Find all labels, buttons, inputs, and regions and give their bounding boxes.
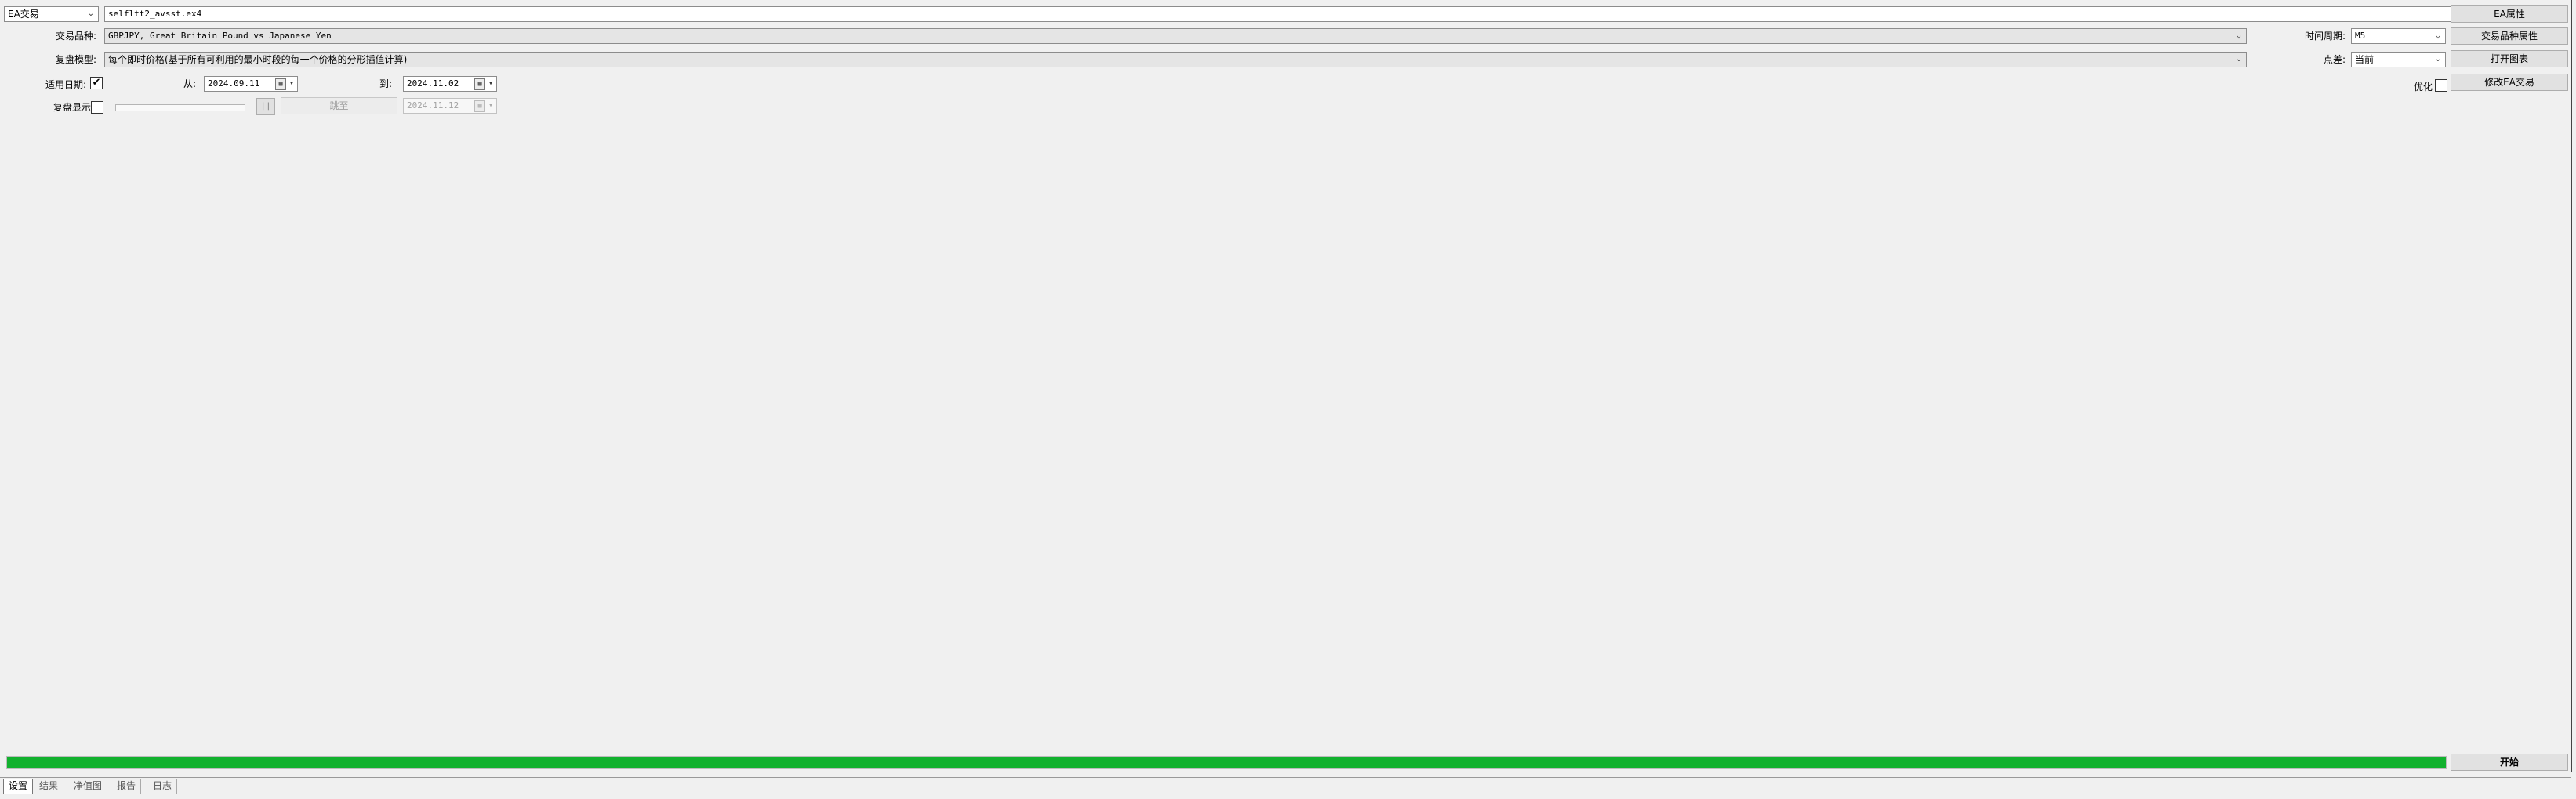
model-select[interactable]: 每个即时价格(基于所有可利用的最小时段的每一个价格的分形插值计算) ⌄ bbox=[104, 52, 2247, 67]
mode-select[interactable]: EA交易 ⌄ bbox=[4, 6, 99, 22]
skip-date-picker[interactable]: 2024.11.12 ▦ ▾ bbox=[403, 98, 497, 114]
chevron-down-icon: ⌄ bbox=[2236, 31, 2242, 40]
symbol-label: 交易品种: bbox=[55, 31, 96, 42]
to-date-picker[interactable]: 2024.11.02 ▦ ▾ bbox=[403, 76, 497, 92]
pause-button[interactable]: | | bbox=[256, 98, 275, 115]
chevron-down-icon: ⌄ bbox=[2434, 55, 2442, 64]
optimize-label: 优化 bbox=[2413, 82, 2433, 93]
mode-select-value: EA交易 bbox=[8, 9, 39, 20]
tab-journal[interactable]: 日志 bbox=[148, 779, 178, 794]
expert-select[interactable]: selfltt2_avsst.ex4 ⌄ bbox=[104, 6, 2496, 22]
to-date-value: 2024.11.02 bbox=[407, 78, 459, 89]
use-date-label: 适用日期: bbox=[45, 79, 86, 90]
chevron-down-icon[interactable]: ▾ bbox=[485, 78, 496, 90]
symbol-properties-button[interactable]: 交易品种属性 bbox=[2451, 27, 2568, 45]
tab-settings[interactable]: 设置 bbox=[3, 779, 34, 794]
chevron-down-icon: ⌄ bbox=[87, 9, 95, 18]
to-label: 到: bbox=[379, 78, 392, 89]
chevron-down-icon[interactable]: ▾ bbox=[286, 78, 297, 90]
visual-mode-checkbox[interactable] bbox=[91, 101, 103, 114]
speed-slider[interactable] bbox=[115, 104, 245, 111]
skip-to-button[interactable]: 跳至 bbox=[281, 97, 397, 114]
progress-fill bbox=[7, 757, 2446, 768]
checkmark-icon: ✔ bbox=[92, 77, 101, 89]
period-label: 时间周期: bbox=[2304, 31, 2346, 42]
open-chart-button[interactable]: 打开图表 bbox=[2451, 50, 2568, 67]
from-date-value: 2024.09.11 bbox=[208, 78, 260, 89]
from-date-picker[interactable]: 2024.09.11 ▦ ▾ bbox=[204, 76, 298, 92]
model-label: 复盘模型: bbox=[55, 54, 96, 65]
period-select-value: M5 bbox=[2355, 31, 2366, 41]
from-label: 从: bbox=[183, 78, 196, 89]
start-button[interactable]: 开始 bbox=[2451, 754, 2568, 771]
modify-ea-button[interactable]: 修改EA交易 bbox=[2451, 74, 2568, 91]
chevron-down-icon: ⌄ bbox=[2235, 55, 2243, 64]
ea-properties-button[interactable]: EA属性 bbox=[2451, 5, 2568, 23]
use-date-checkbox[interactable]: ✔ bbox=[90, 77, 103, 89]
spread-select[interactable]: 当前 ⌄ bbox=[2351, 52, 2446, 67]
chevron-down-icon: ⌄ bbox=[2435, 31, 2441, 40]
visual-mode-label: 复盘显示 bbox=[53, 102, 91, 113]
tab-results[interactable]: 结果 bbox=[34, 779, 64, 794]
tab-report[interactable]: 报告 bbox=[112, 779, 142, 794]
progress-bar bbox=[6, 756, 2447, 769]
calendar-icon[interactable]: ▦ bbox=[474, 78, 485, 90]
tab-bar bbox=[0, 777, 2571, 778]
symbol-select[interactable]: GBPJPY, Great Britain Pound vs Japanese … bbox=[104, 28, 2247, 44]
chevron-down-icon[interactable]: ▾ bbox=[485, 100, 496, 112]
calendar-icon[interactable]: ▦ bbox=[275, 78, 286, 90]
spread-label: 点差: bbox=[2323, 54, 2346, 65]
optimize-checkbox[interactable] bbox=[2435, 79, 2447, 92]
period-select[interactable]: M5 ⌄ bbox=[2351, 28, 2446, 44]
expert-select-value: selfltt2_avsst.ex4 bbox=[108, 9, 202, 19]
skip-date-value: 2024.11.12 bbox=[407, 100, 459, 111]
tab-equity-chart[interactable]: 净值图 bbox=[69, 779, 108, 794]
model-select-value: 每个即时价格(基于所有可利用的最小时段的每一个价格的分形插值计算) bbox=[108, 54, 408, 65]
symbol-select-value: GBPJPY, Great Britain Pound vs Japanese … bbox=[108, 31, 332, 41]
calendar-icon[interactable]: ▦ bbox=[474, 100, 485, 112]
window-divider bbox=[2571, 0, 2572, 772]
spread-select-value: 当前 bbox=[2355, 54, 2375, 65]
